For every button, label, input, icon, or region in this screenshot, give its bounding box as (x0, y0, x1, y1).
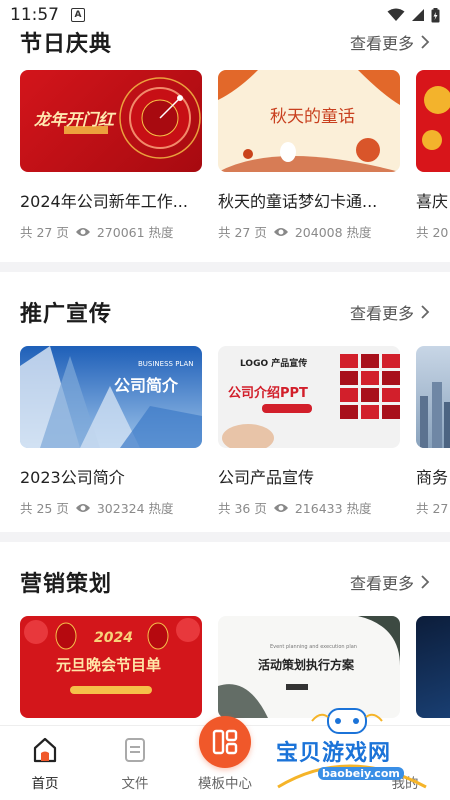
tab-label: 模板中心 (198, 776, 252, 792)
thumbnail-title: 公司简介 (114, 376, 179, 395)
tab-file[interactable]: 文件 (90, 726, 180, 800)
template-thumbnail: BUSINESS PLAN 公司简介 (20, 346, 202, 448)
template-meta: 共 20 (416, 222, 450, 241)
status-time: 11:57 (10, 5, 59, 25)
chevron-right-icon (421, 575, 430, 589)
page-count: 共 20 (416, 225, 449, 240)
template-meta: 共 25 页 302324 热度 (20, 498, 202, 517)
section-festival: 节日庆典 查看更多 龙年开门红 2024年公司新年工作... 共 27 页 27… (0, 22, 450, 262)
view-more-button[interactable]: 查看更多 (350, 30, 430, 54)
view-more-label: 查看更多 (349, 574, 414, 593)
template-card[interactable]: 2024 元旦晚会节目单 (20, 616, 202, 718)
template-meta: 共 27 页 204008 热度 (218, 222, 400, 241)
file-icon (125, 738, 145, 762)
status-icons (387, 7, 440, 23)
eye-icon (75, 503, 90, 512)
template-title: 喜庆 (416, 192, 449, 211)
template-meta: 共 36 页 216433 热度 (218, 498, 400, 517)
page-count: 共 25 页 (20, 501, 69, 516)
heat-count: 270061 热度 (96, 225, 174, 240)
template-meta: 共 27 (416, 498, 450, 517)
thumbnail-subtitle: LOGO 产品宣传 (240, 359, 308, 369)
thumbnail-title: 秋天的童话 (270, 107, 355, 127)
tab-label: 首页 (31, 776, 59, 792)
template-card[interactable] (416, 616, 450, 718)
watermark-text: 宝贝游戏网 (276, 741, 392, 766)
signal-icon (412, 9, 424, 21)
page-count: 共 27 (416, 501, 449, 516)
template-thumbnail: 秋天的童话 (218, 70, 400, 172)
view-more-label: 查看更多 (349, 304, 414, 323)
template-meta: 共 27 页 270061 热度 (20, 222, 202, 241)
template-card[interactable]: 秋天的童话 秋天的童话梦幻卡通... 共 27 页 204008 热度 (218, 70, 400, 241)
template-center-button[interactable] (199, 716, 251, 768)
template-card[interactable]: Event planning and execution plan 活动策划执行… (218, 616, 400, 718)
eye-icon (75, 227, 90, 236)
eye-icon (273, 227, 288, 236)
template-card[interactable]: 龙年开门红 2024年公司新年工作... 共 27 页 270061 热度 (20, 70, 202, 241)
section-header: 推广宣传 查看更多 (20, 292, 430, 332)
battery-icon (431, 7, 440, 22)
template-thumbnail: 2024 元旦晚会节目单 (20, 616, 202, 718)
heat-count: 216433 热度 (294, 501, 372, 516)
thumbnail-title: 活动策划执行方案 (258, 658, 355, 672)
view-more-button[interactable]: 查看更多 (350, 570, 430, 594)
template-thumbnail (416, 70, 450, 172)
template-title: 2024年公司新年工作... (20, 192, 188, 211)
eye-icon (273, 503, 288, 512)
template-card[interactable]: 喜庆 共 20 (416, 70, 450, 241)
tab-template-center[interactable]: 模板中心 (180, 716, 270, 800)
template-thumbnail: 龙年开门红 (20, 70, 202, 172)
thumbnail-title: 元旦晚会节目单 (56, 656, 162, 674)
heat-count: 204008 热度 (294, 225, 372, 240)
status-bar: 11:57 A (0, 0, 450, 30)
template-thumbnail (416, 616, 450, 718)
section-marketing: 营销策划 查看更多 2024 元旦晚会节目单 Event planning an… (0, 542, 450, 725)
chevron-right-icon (421, 305, 430, 319)
template-thumbnail: Event planning and execution plan 活动策划执行… (218, 616, 400, 718)
thumbnail-subtitle: Event planning and execution plan (270, 644, 357, 650)
watermark-url: baobeiy.com (318, 767, 404, 780)
page-count: 共 27 页 (218, 225, 267, 240)
section-promotion: 推广宣传 查看更多 BUSINESS PLAN 公司简介 2023公司简介 共 … (0, 272, 450, 532)
section-title: 节日庆典 (20, 32, 113, 57)
template-title: 2023公司简介 (20, 468, 125, 487)
thumbnail-subtitle: 2024 (94, 630, 133, 646)
site-watermark: 宝贝游戏网 baobeiy.com (268, 705, 428, 790)
wifi-icon (387, 8, 405, 21)
home-icon (33, 737, 57, 763)
accessibility-icon: A (71, 8, 85, 22)
section-header: 营销策划 查看更多 (20, 562, 430, 602)
template-icon (212, 729, 238, 755)
template-title: 公司产品宣传 (218, 468, 315, 487)
thumbnail-title: 公司介绍PPT (228, 386, 308, 401)
template-card[interactable]: LOGO 产品宣传 公司介绍PPT 公司产品宣传 共 36 页 216433 热… (218, 346, 400, 517)
view-more-label: 查看更多 (349, 34, 414, 53)
thumbnail-title: 龙年开门红 (34, 110, 115, 129)
template-thumbnail (416, 346, 450, 448)
view-more-button[interactable]: 查看更多 (350, 300, 430, 324)
tab-home[interactable]: 首页 (0, 726, 90, 800)
template-title: 秋天的童话梦幻卡通... (218, 192, 378, 211)
tab-label: 文件 (121, 776, 149, 792)
home-scroll[interactable]: 节日庆典 查看更多 龙年开门红 2024年公司新年工作... 共 27 页 27… (0, 0, 450, 725)
template-thumbnail: LOGO 产品宣传 公司介绍PPT (218, 346, 400, 448)
page-count: 共 36 页 (218, 501, 267, 516)
template-card[interactable]: BUSINESS PLAN 公司简介 2023公司简介 共 25 页 30232… (20, 346, 202, 517)
template-title: 商务 (416, 468, 449, 487)
chevron-right-icon (421, 35, 430, 49)
page-count: 共 27 页 (20, 225, 69, 240)
section-title: 营销策划 (20, 572, 113, 597)
section-title: 推广宣传 (20, 302, 113, 327)
template-card[interactable]: 商务 共 27 (416, 346, 450, 517)
thumbnail-subtitle: BUSINESS PLAN (138, 360, 194, 368)
heat-count: 302324 热度 (96, 501, 174, 516)
